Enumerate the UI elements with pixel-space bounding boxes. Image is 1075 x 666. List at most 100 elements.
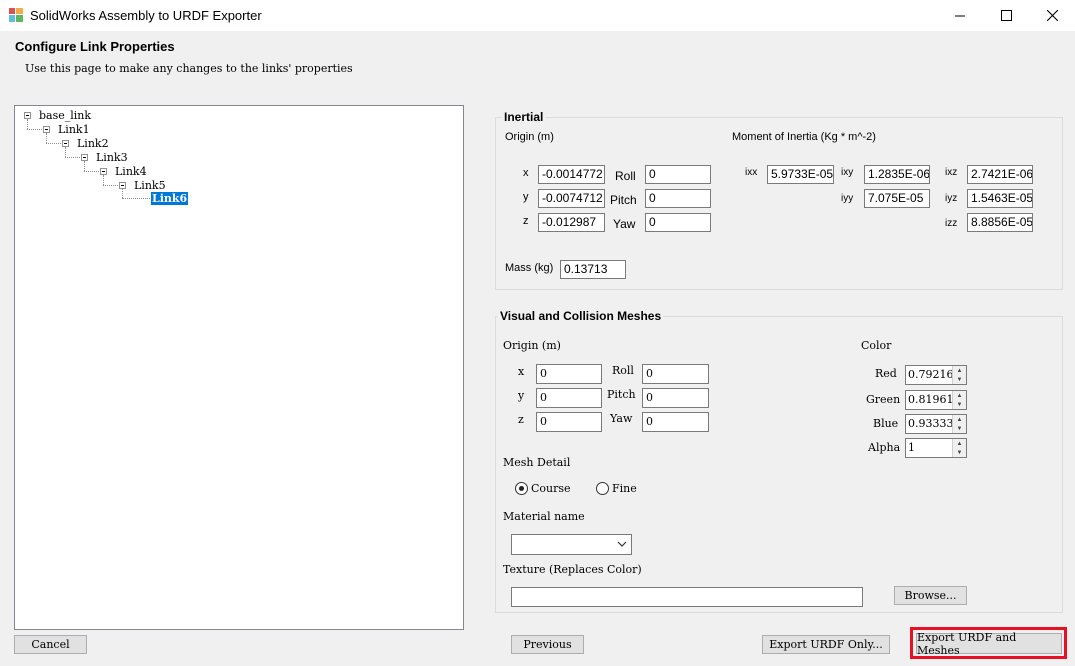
izz-label: izz [945,218,958,229]
tree-item-link2[interactable]: Link2 [77,137,109,150]
collapse-icon[interactable] [100,168,107,175]
visual-yaw-field[interactable]: 0 [642,412,709,432]
export-urdf-only-button[interactable]: Export URDF Only... [762,635,890,654]
visual-z-field[interactable]: 0 [536,412,602,432]
red-value: 0.79216 [908,368,952,381]
red-spinner[interactable]: 0.79216 ▲ ▼ [905,365,967,385]
inertial-yaw-field[interactable]: 0 [645,213,711,232]
color-label: Color [861,339,892,352]
spin-down-icon[interactable]: ▼ [953,375,966,384]
izz-field[interactable]: 8.8856E-05 [967,213,1033,232]
ixz-field[interactable]: 2.7421E-06 [967,165,1033,184]
cancel-button[interactable]: Cancel [14,635,87,654]
ixy-field[interactable]: 1.2835E-06 [864,165,930,184]
inertial-z-label: z [523,215,529,227]
visual-pitch-field[interactable]: 0 [642,388,709,408]
export-urdf-and-meshes-button[interactable]: Export URDF and Meshes [916,631,1062,657]
previous-button[interactable]: Previous [511,635,584,654]
alpha-label: Alpha [868,441,901,454]
inertial-x-field[interactable]: -0.0014772 [538,165,605,184]
material-label: Material name [503,510,585,523]
collapse-icon[interactable] [62,140,69,147]
collapse-icon[interactable] [43,126,50,133]
iyy-field[interactable]: 7.075E-05 [864,189,930,208]
green-spinner[interactable]: 0.81961 ▲ ▼ [905,390,967,410]
texture-label: Texture (Replaces Color) [503,563,642,576]
spin-down-icon[interactable]: ▼ [953,448,966,457]
visual-yaw-label: Yaw [610,412,633,425]
inertial-title: Inertial [502,110,546,124]
collapse-icon[interactable] [81,154,88,161]
tree-item-link4[interactable]: Link4 [115,165,147,178]
inertial-roll-label: Roll [615,169,636,183]
maximize-icon [1000,10,1012,21]
iyz-label: iyz [945,193,958,204]
maximize-button[interactable] [983,0,1029,31]
tree-item-link6[interactable]: Link6 [151,192,189,205]
tree-item-link3[interactable]: Link3 [96,151,128,164]
visual-y-label: y [518,389,525,402]
inertial-z-field[interactable]: -0.012987 [538,213,605,232]
visual-x-field[interactable]: 0 [536,364,602,384]
close-icon [1046,10,1058,21]
texture-field[interactable] [511,587,863,607]
inertial-origin-label: Origin (m) [505,131,554,143]
collapse-icon[interactable] [24,112,31,119]
mass-field[interactable]: 0.13713 [560,260,626,279]
course-radio[interactable] [515,482,528,495]
ixx-label: ixx [745,167,758,178]
minimize-icon [954,15,965,17]
iyz-field[interactable]: 1.5463E-05 [967,189,1033,208]
spin-down-icon[interactable]: ▼ [953,424,966,433]
fine-label[interactable]: Fine [612,482,637,495]
visual-y-field[interactable]: 0 [536,388,602,408]
fine-radio[interactable] [596,482,609,495]
inertial-y-field[interactable]: -0.0074712 [538,189,605,208]
visual-z-label: z [518,413,524,426]
green-label: Green [866,393,901,406]
visual-x-label: x [518,365,525,378]
inertial-pitch-label: Pitch [610,193,637,207]
app-icon [9,8,23,22]
course-label[interactable]: Course [531,482,571,495]
mass-label: Mass (kg) [505,262,554,274]
tree-item-link1[interactable]: Link1 [58,123,90,136]
collapse-icon[interactable] [119,182,126,189]
visual-title: Visual and Collision Meshes [498,309,664,323]
spin-down-icon[interactable]: ▼ [953,400,966,409]
inertial-roll-field[interactable]: 0 [645,165,711,184]
minimize-button[interactable] [937,0,983,31]
blue-spinner[interactable]: 0.93333 ▲ ▼ [905,414,967,434]
green-value: 0.81961 [908,393,952,406]
visual-pitch-label: Pitch [607,388,636,401]
title-bar: SolidWorks Assembly to URDF Exporter [0,0,1075,31]
visual-origin-label: Origin (m) [503,339,561,352]
alpha-spinner[interactable]: 1 ▲ ▼ [905,438,967,458]
tree-item-base-link[interactable]: base_link [39,109,91,122]
window-title: SolidWorks Assembly to URDF Exporter [30,8,262,23]
iyy-label: iyy [841,193,854,204]
visual-roll-field[interactable]: 0 [642,364,709,384]
moi-label: Moment of Inertia (Kg * m^-2) [732,131,876,143]
ixy-label: ixy [841,167,854,178]
blue-value: 0.93333 [908,417,952,430]
inertial-pitch-field[interactable]: 0 [645,189,711,208]
alpha-value: 1 [908,441,915,454]
browse-button[interactable]: Browse... [894,586,967,605]
red-label: Red [875,367,897,380]
link-tree[interactable]: base_link Link1 Link2 Link3 Link4 Link5 … [14,105,464,630]
mesh-detail-label: Mesh Detail [503,456,571,469]
close-button[interactable] [1029,0,1075,31]
material-select[interactable] [511,534,632,555]
inertial-yaw-label: Yaw [613,217,636,231]
inertial-y-label: y [523,191,529,203]
page-subtitle: Use this page to make any changes to the… [25,62,353,75]
blue-label: Blue [873,417,899,430]
tree-item-link5[interactable]: Link5 [134,179,166,192]
inertial-x-label: x [523,167,529,179]
ixx-field[interactable]: 5.9733E-05 [767,165,834,184]
page-title: Configure Link Properties [15,39,175,54]
ixz-label: ixz [945,167,958,178]
chevron-down-icon [617,541,627,547]
visual-roll-label: Roll [612,364,634,377]
